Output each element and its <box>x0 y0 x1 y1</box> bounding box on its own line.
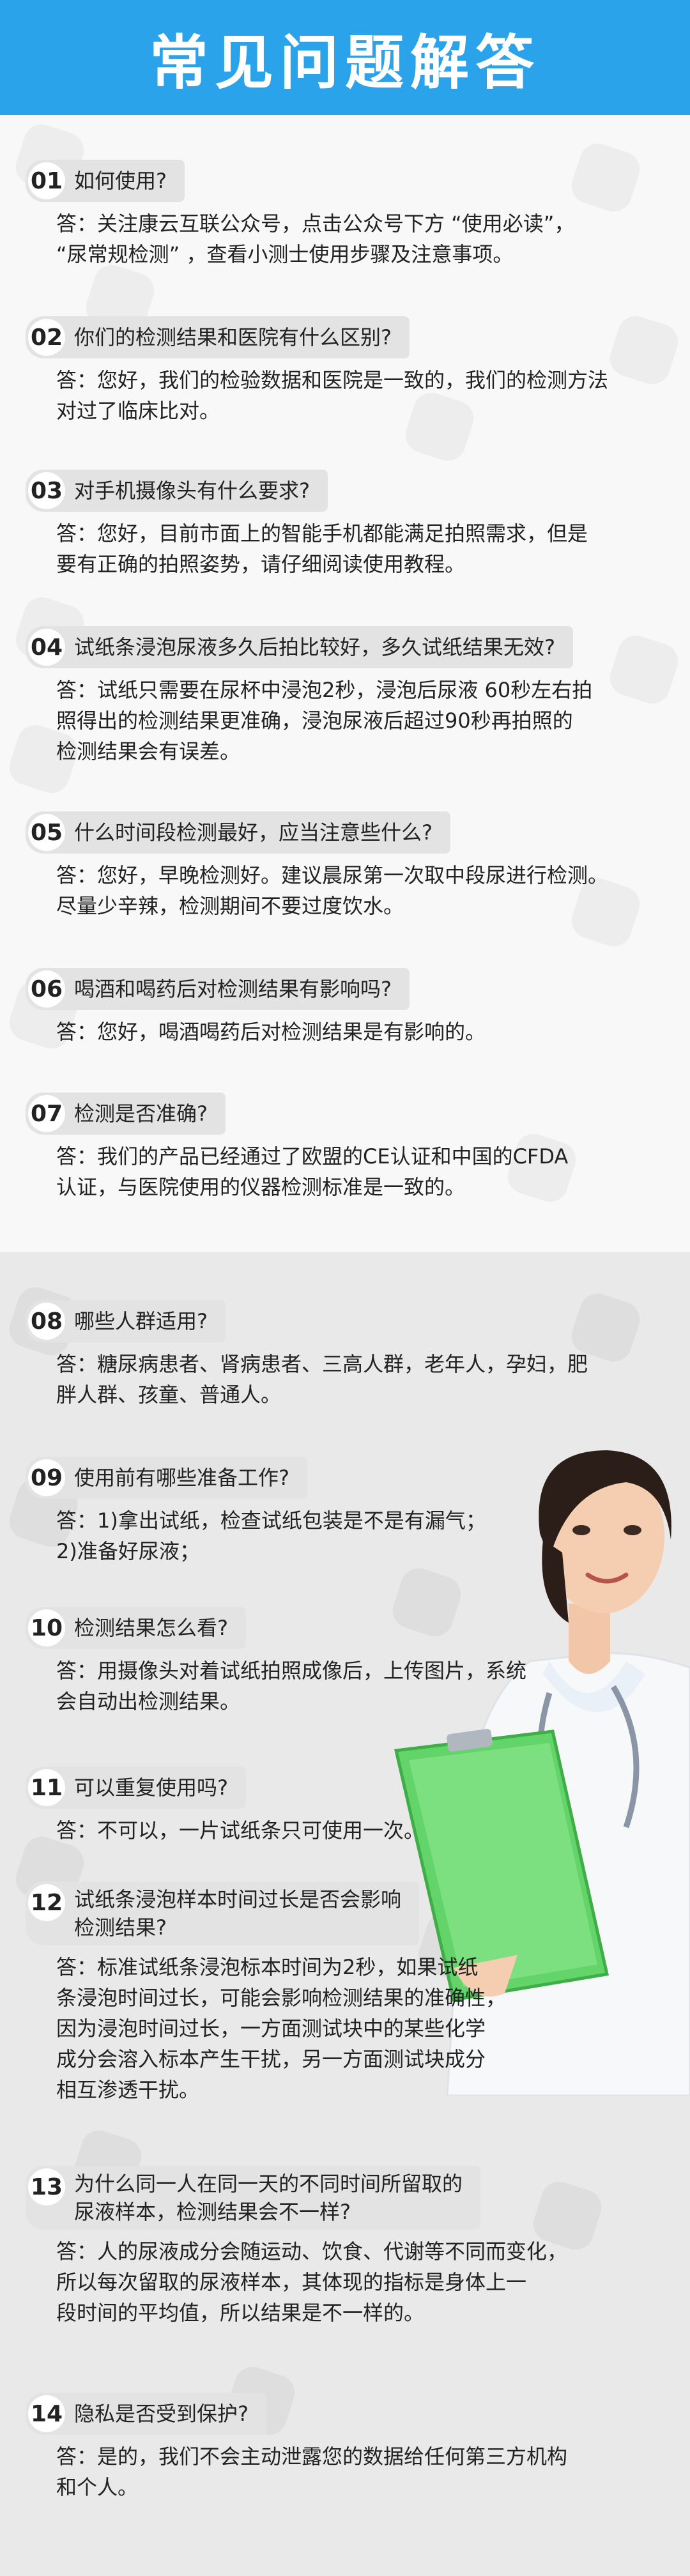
question-text: 试纸条浸泡样本时间过长是否会影响 检测结果? <box>74 1887 402 1940</box>
answer-text: 答：您好，喝酒喝药后对检测结果是有影响的。 <box>56 1020 486 1044</box>
question-bar: 13 为什么同一人在同一天的不同时间所留取的 尿液样本，检测结果会不一样? <box>26 2166 481 2230</box>
answer-text: 答：是的，我们不会主动泄露您的数据给任何第三方机构 和个人。 <box>56 2444 568 2499</box>
question-bar: 02 你们的检测结果和医院有什么区别? <box>26 316 410 358</box>
question-bar: 05 什么时间段检测最好，应当注意些什么? <box>26 811 450 854</box>
answer-text: 答：1)拿出试纸，检查试纸包装是不是有漏气； 2)准备好尿液； <box>56 1508 486 1563</box>
faq-item-03: 03 对手机摄像头有什么要求? 答：您好，目前市面上的智能手机都能满足拍照需求，… <box>26 470 671 579</box>
question-bar: 04 试纸条浸泡尿液多久后拍比较好，多久试纸结果无效? <box>26 626 573 668</box>
faq-item-05: 05 什么时间段检测最好，应当注意些什么? 答：您好，早晚检测好。建议晨尿第一次… <box>26 811 671 921</box>
answer-text: 答：关注康云互联公众号，点击公众号下方 “使用必读”， “尿常规检测” ，查看小… <box>56 211 575 266</box>
question-text: 什么时间段检测最好，应当注意些什么? <box>74 820 433 845</box>
faq-item-02: 02 你们的检测结果和医院有什么区别? 答：您好，我们的检验数据和医院是一致的，… <box>26 316 671 426</box>
question-bar: 10 检测结果怎么看? <box>26 1607 246 1649</box>
answer-text: 答：我们的产品已经通过了欧盟的CE认证和中国的CFDA 认证，与医院使用的仪器检… <box>56 1144 569 1199</box>
faq-item-11: 11 可以重复使用吗? 答：不可以，一片试纸条只可使用一次。 <box>26 1767 671 1846</box>
faq-item-12: 12 试纸条浸泡样本时间过长是否会影响 检测结果? 答：标准试纸条浸泡标本时间为… <box>26 1882 671 2105</box>
question-text: 对手机摄像头有什么要求? <box>74 479 310 503</box>
answer-text: 答：糖尿病患者、肾病患者、三高人群，老年人，孕妇，肥 胖人群、孩童、普通人。 <box>56 1352 588 1407</box>
question-number: 02 <box>28 319 65 356</box>
answer-text: 答：人的尿液成分会随运动、饮食、代谢等不同而变化， 所以每次留取的尿液样本，其体… <box>56 2239 568 2325</box>
question-bar: 09 使用前有哪些准备工作? <box>26 1457 307 1499</box>
question-bar: 01 如何使用? <box>26 160 185 202</box>
header-banner: 常见问题解答 <box>0 0 690 115</box>
faq-item-01: 01 如何使用? 答：关注康云互联公众号，点击公众号下方 “使用必读”， “尿常… <box>26 160 671 270</box>
question-bar: 03 对手机摄像头有什么要求? <box>26 470 328 512</box>
page-title: 常见问题解答 <box>149 28 540 97</box>
question-number: 03 <box>28 472 65 509</box>
question-bar: 08 哪些人群适用? <box>26 1300 226 1342</box>
question-bar: 07 检测是否准确? <box>26 1092 226 1135</box>
faq-item-08: 08 哪些人群适用? 答：糖尿病患者、肾病患者、三高人群，老年人，孕妇，肥 胖人… <box>26 1300 671 1410</box>
question-text: 为什么同一人在同一天的不同时间所留取的 尿液样本，检测结果会不一样? <box>74 2172 463 2224</box>
question-bar: 11 可以重复使用吗? <box>26 1767 246 1809</box>
answer-text: 答：标准试纸条浸泡标本时间为2秒，如果试纸 条浸泡时间过长，可能会影响检测结果的… <box>56 1955 507 2102</box>
faq-item-09: 09 使用前有哪些准备工作? 答：1)拿出试纸，检查试纸包装是不是有漏气； 2)… <box>26 1457 671 1567</box>
question-text: 使用前有哪些准备工作? <box>74 1466 289 1490</box>
question-text: 如何使用? <box>74 169 167 193</box>
question-text: 检测是否准确? <box>74 1101 208 1126</box>
question-text: 你们的检测结果和医院有什么区别? <box>74 325 392 349</box>
question-number: 06 <box>28 970 65 1008</box>
question-number: 08 <box>28 1303 65 1340</box>
faq-item-04: 04 试纸条浸泡尿液多久后拍比较好，多久试纸结果无效? 答：试纸只需要在尿杯中浸… <box>26 626 671 767</box>
question-number: 07 <box>28 1095 65 1132</box>
question-bar: 12 试纸条浸泡样本时间过长是否会影响 检测结果? <box>26 1882 420 1945</box>
question-number: 04 <box>28 629 65 666</box>
question-text: 检测结果怎么看? <box>74 1616 228 1640</box>
answer-text: 答：您好，目前市面上的智能手机都能满足拍照需求，但是 要有正确的拍照姿势，请仔细… <box>56 521 588 576</box>
question-number: 05 <box>28 814 65 851</box>
question-text: 试纸条浸泡尿液多久后拍比较好，多久试纸结果无效? <box>74 635 555 659</box>
question-number: 14 <box>28 2395 65 2432</box>
answer-text: 答：试纸只需要在尿杯中浸泡2秒，浸泡后尿液 60秒左右拍 照得出的检测结果更准确… <box>56 678 593 763</box>
question-number: 09 <box>28 1459 65 1496</box>
answer-text: 答：您好，我们的检验数据和医院是一致的，我们的检测方法 对过了临床比对。 <box>56 368 609 423</box>
question-text: 可以重复使用吗? <box>74 1775 228 1800</box>
question-number: 12 <box>28 1884 65 1921</box>
question-number: 13 <box>28 2168 65 2205</box>
faq-item-10: 10 检测结果怎么看? 答：用摄像头对着试纸拍照成像后，上传图片，系统 会自动出… <box>26 1607 671 1717</box>
question-number: 01 <box>28 162 65 199</box>
faq-item-07: 07 检测是否准确? 答：我们的产品已经通过了欧盟的CE认证和中国的CFDA 认… <box>26 1092 671 1202</box>
faq-item-14: 14 隐私是否受到保护? 答：是的，我们不会主动泄露您的数据给任何第三方机构 和… <box>26 2393 671 2503</box>
answer-text: 答：不可以，一片试纸条只可使用一次。 <box>56 1818 425 1843</box>
question-number: 10 <box>28 1609 65 1646</box>
answer-text: 答：您好，早晚检测好。建议晨尿第一次取中段尿进行检测。 尽量少辛辣，检测期间不要… <box>56 863 609 918</box>
question-text: 哪些人群适用? <box>74 1309 208 1333</box>
question-number: 11 <box>28 1769 65 1806</box>
question-bar: 14 隐私是否受到保护? <box>26 2393 266 2435</box>
faq-item-06: 06 喝酒和喝药后对检测结果有影响吗? 答：您好，喝酒喝药后对检测结果是有影响的… <box>26 968 671 1047</box>
question-bar: 06 喝酒和喝药后对检测结果有影响吗? <box>26 968 410 1010</box>
faq-item-13: 13 为什么同一人在同一天的不同时间所留取的 尿液样本，检测结果会不一样? 答：… <box>26 2166 671 2328</box>
question-text: 喝酒和喝药后对检测结果有影响吗? <box>74 977 392 1001</box>
question-text: 隐私是否受到保护? <box>74 2402 249 2426</box>
answer-text: 答：用摄像头对着试纸拍照成像后，上传图片，系统 会自动出检测结果。 <box>56 1659 527 1713</box>
